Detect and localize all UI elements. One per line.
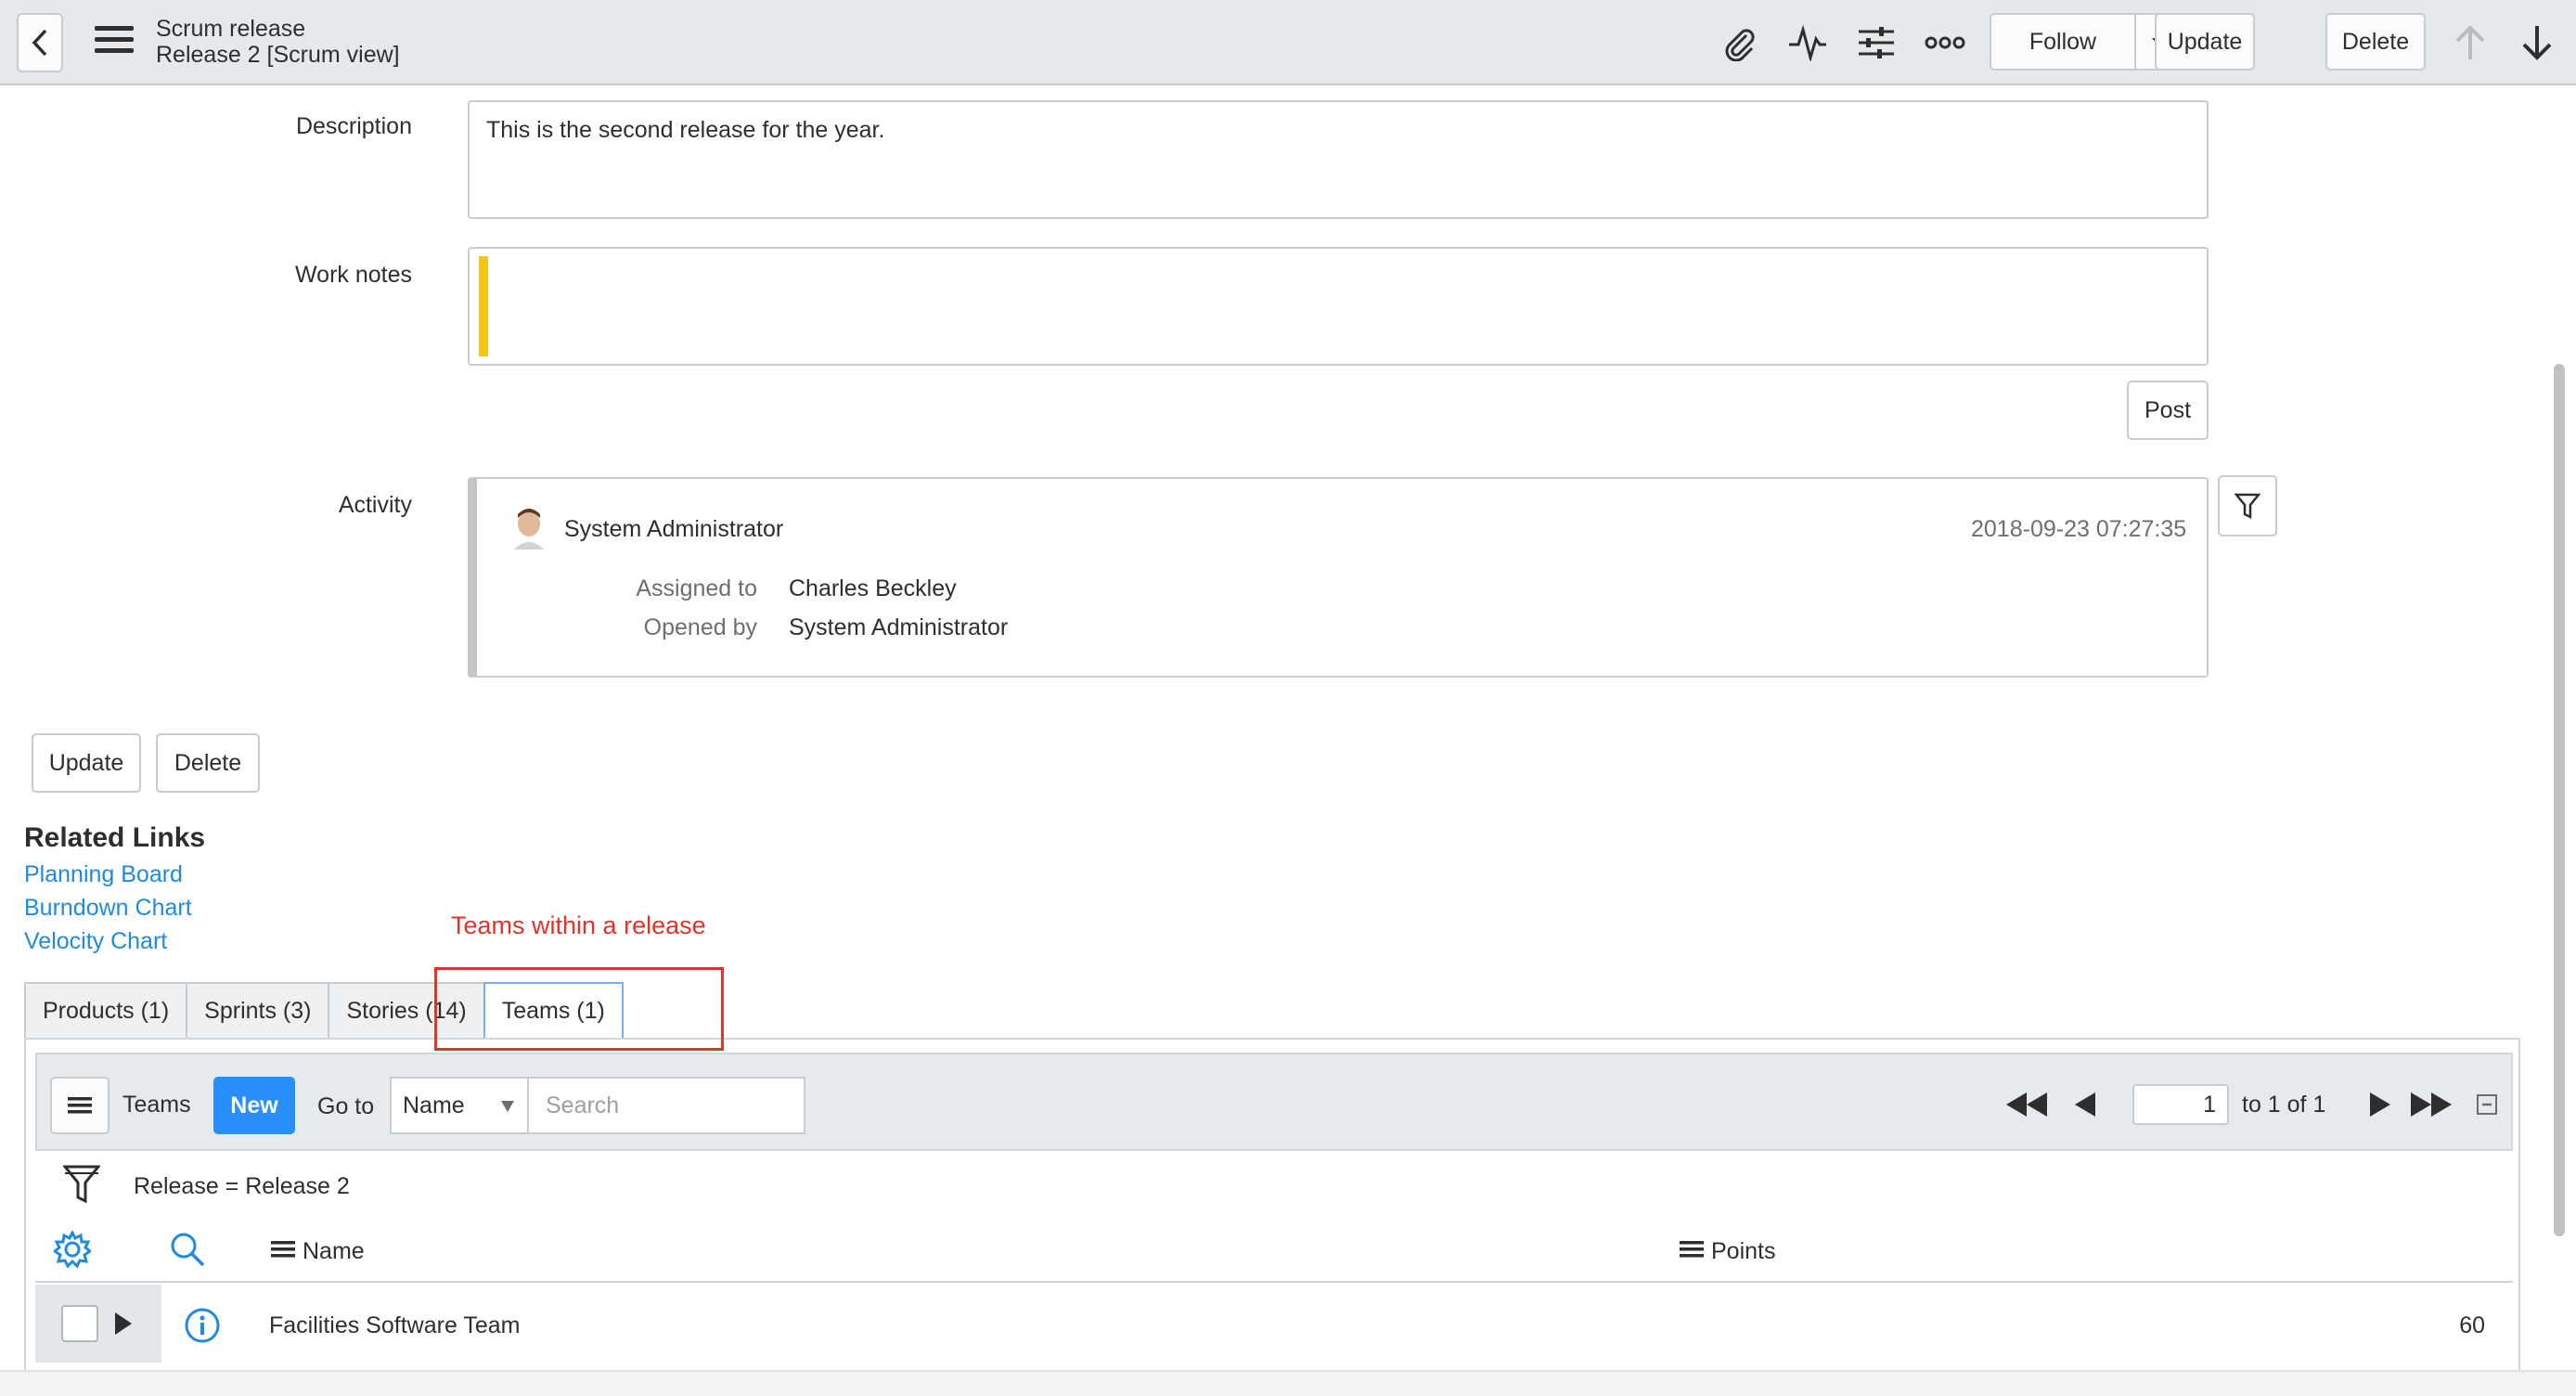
caret-down-icon (501, 1101, 514, 1112)
hamburger-icon (68, 1097, 92, 1114)
tab-products[interactable]: Products (1) (24, 982, 187, 1040)
delete-button[interactable]: Delete (156, 733, 260, 793)
update-button[interactable]: Update (32, 733, 141, 793)
description-label: Description (295, 113, 412, 139)
first-page-icon[interactable] (2004, 1082, 2049, 1127)
post-button[interactable]: Post (2127, 381, 2209, 440)
attachment-icon[interactable] (1717, 20, 1761, 65)
activity-field-label: Opened by (643, 614, 757, 640)
page-summary: to 1 of 1 (2242, 1092, 2326, 1118)
back-button[interactable] (17, 13, 63, 72)
filter-icon[interactable] (63, 1164, 100, 1205)
search-icon[interactable] (169, 1231, 206, 1268)
follow-button[interactable]: Follow (1990, 13, 2136, 71)
row-points: 60 (2459, 1312, 2485, 1338)
last-page-icon[interactable] (2409, 1082, 2454, 1127)
row-name[interactable]: Facilities Software Team (269, 1312, 520, 1339)
activity-label: Activity (338, 492, 412, 518)
avatar (514, 509, 544, 549)
goto-label: Go to (317, 1093, 375, 1119)
previous-page-icon[interactable] (2064, 1082, 2108, 1127)
column-header-name[interactable]: Name (303, 1238, 365, 1265)
work-notes-label: Work notes (295, 262, 412, 288)
list-title: Teams (122, 1092, 191, 1118)
filter-breadcrumb: Release = Release 2 (35, 1151, 2513, 1216)
search-input[interactable]: Search (527, 1077, 805, 1134)
work-notes-field[interactable] (468, 247, 2209, 366)
velocity-chart-link[interactable]: Velocity Chart (24, 928, 167, 955)
info-icon[interactable] (184, 1307, 221, 1344)
column-menu-icon[interactable] (271, 1240, 295, 1259)
bottom-strip (0, 1370, 2576, 1396)
page-number-input[interactable]: 1 (2132, 1084, 2229, 1125)
collapse-list-icon[interactable] (2465, 1082, 2509, 1127)
gear-icon[interactable] (54, 1231, 91, 1268)
annotation-highlight-box (434, 967, 724, 1051)
activity-timestamp: 2018-09-23 07:27:35 (1971, 516, 2187, 542)
annotation-text: Teams within a release (451, 911, 706, 939)
activity-entry: System Administrator 2018-09-23 07:27:35… (468, 477, 2209, 678)
record-title: Scrum release (156, 16, 306, 42)
activity-user: System Administrator (564, 516, 784, 542)
row-checkbox[interactable] (61, 1305, 98, 1342)
next-page-icon[interactable] (2357, 1082, 2402, 1127)
column-menu-icon[interactable] (1680, 1240, 1704, 1259)
description-value: This is the second release for the year. (486, 117, 885, 143)
page-scrollbar[interactable] (2554, 364, 2565, 1236)
description-field[interactable]: This is the second release for the year. (468, 100, 2209, 219)
next-record-icon[interactable] (2515, 20, 2559, 65)
table-row: Facilities Software Team 60 (35, 1285, 2513, 1363)
context-menu-icon[interactable] (95, 26, 134, 59)
personalize-form-icon[interactable] (1854, 20, 1899, 65)
goto-field-select[interactable]: Name (390, 1077, 529, 1134)
previous-record-icon[interactable] (2448, 20, 2492, 65)
activity-field-label: Assigned to (636, 575, 757, 601)
related-links-heading: Related Links (24, 822, 206, 853)
activity-field-value: Charles Beckley (789, 575, 957, 601)
header-update-button[interactable]: Update (2155, 13, 2255, 71)
form-header: Scrum release Release 2 [Scrum view] Fol… (0, 0, 2576, 85)
filter-icon (2235, 493, 2260, 520)
tab-sprints[interactable]: Sprints (3) (186, 982, 328, 1040)
list-menu-button[interactable] (50, 1077, 109, 1134)
column-header-points[interactable]: Points (1711, 1238, 1775, 1265)
header-delete-button[interactable]: Delete (2325, 13, 2426, 71)
burndown-chart-link[interactable]: Burndown Chart (24, 895, 192, 922)
new-button[interactable]: New (213, 1077, 295, 1134)
row-gutter (35, 1285, 161, 1363)
more-options-icon[interactable] (1923, 20, 1967, 65)
activity-stream-icon[interactable] (1785, 20, 1830, 65)
activity-filter-button[interactable] (2218, 475, 2277, 536)
work-notes-indicator (479, 256, 488, 356)
list-header-row: Name Points (35, 1216, 2513, 1283)
teams-related-list: Teams New Go to Name Search 1 to 1 of 1 … (24, 1038, 2520, 1372)
expand-row-icon[interactable] (113, 1312, 132, 1335)
chevron-left-icon (32, 29, 47, 57)
goto-field-value: Name (403, 1092, 465, 1118)
record-subtitle: Release 2 [Scrum view] (156, 42, 400, 68)
activity-field-value: System Administrator (789, 614, 1009, 640)
planning-board-link[interactable]: Planning Board (24, 861, 183, 888)
list-toolbar: Teams New Go to Name Search 1 to 1 of 1 (35, 1053, 2513, 1151)
filter-condition[interactable]: Release = Release 2 (134, 1173, 350, 1200)
